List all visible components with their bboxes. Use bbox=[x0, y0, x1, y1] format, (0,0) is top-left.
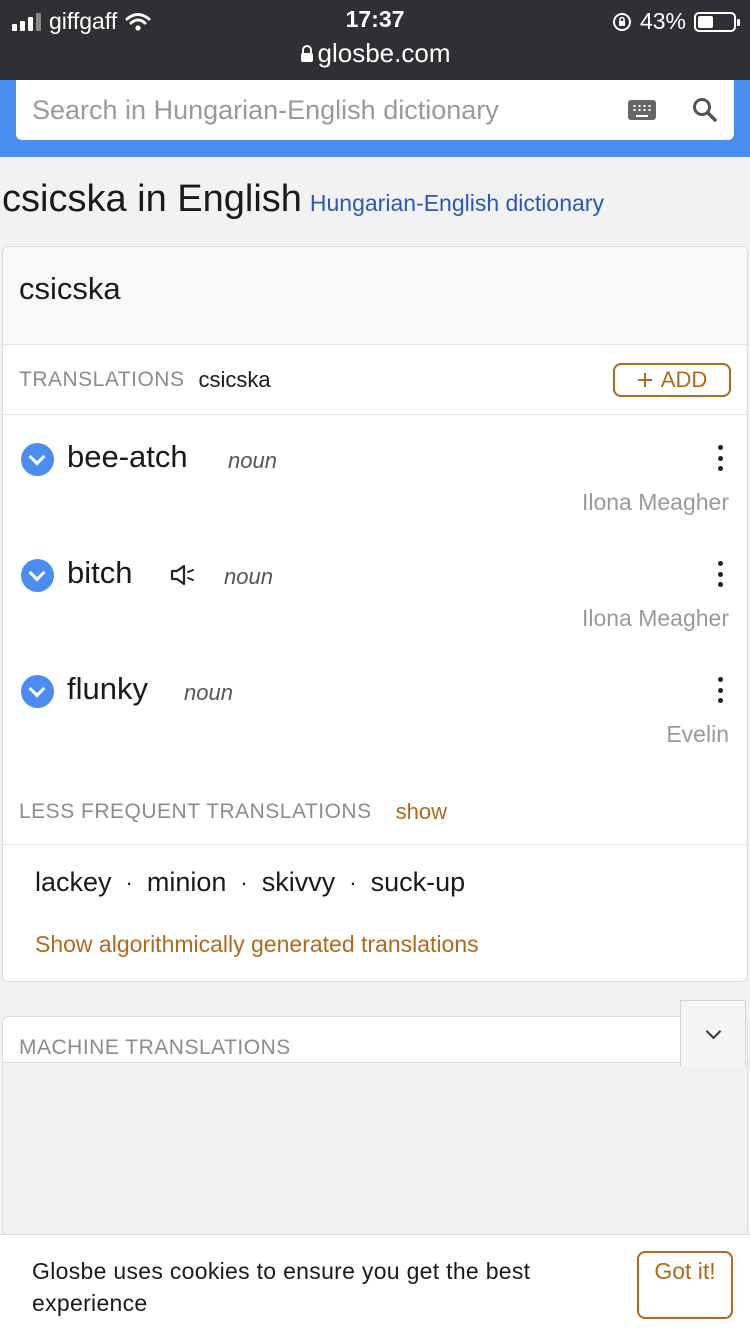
machine-translations-card: MACHINE TRANSLATIONS bbox=[2, 1016, 748, 1236]
translations-header: TRANSLATIONS csicska ADD bbox=[3, 345, 747, 415]
expand-chevron-icon[interactable] bbox=[21, 559, 54, 592]
url-text: glosbe.com bbox=[317, 38, 451, 68]
rotation-lock-icon bbox=[612, 12, 631, 31]
cookie-message: Glosbe uses cookies to ensure you get th… bbox=[32, 1258, 531, 1316]
status-bar: giffgaff 17:37 glosbe.com 43% bbox=[0, 0, 750, 80]
lock-icon bbox=[300, 45, 313, 62]
show-less-frequent-link[interactable]: show bbox=[396, 799, 447, 825]
translation-entry: bee-atch noun Ilona Meagher bbox=[3, 415, 747, 531]
keyboard-icon[interactable] bbox=[628, 100, 656, 120]
machine-translations-label: MACHINE TRANSLATIONS bbox=[19, 1036, 291, 1059]
battery-icon bbox=[694, 11, 740, 32]
translation-word[interactable]: bitch bbox=[67, 555, 132, 591]
address-bar[interactable]: glosbe.com bbox=[0, 38, 750, 69]
page-title-row: csicska in English Hungarian-English dict… bbox=[2, 178, 750, 221]
cookie-banner: Glosbe uses cookies to ensure you get th… bbox=[0, 1234, 750, 1334]
search-box bbox=[16, 80, 734, 140]
translation-author[interactable]: Ilona Meagher bbox=[582, 605, 729, 632]
alt-translation[interactable]: minion bbox=[147, 867, 227, 898]
separator: · bbox=[349, 869, 357, 895]
divider bbox=[3, 844, 747, 845]
machine-translations-header: MACHINE TRANSLATIONS bbox=[3, 1017, 747, 1063]
expand-chevron-icon[interactable] bbox=[21, 443, 54, 476]
search-input[interactable] bbox=[32, 94, 628, 126]
search-icon[interactable] bbox=[692, 97, 718, 123]
part-of-speech: noun bbox=[224, 564, 273, 589]
headword: csicska bbox=[3, 247, 747, 345]
translations-word: csicska bbox=[198, 366, 271, 392]
expand-chevron-icon[interactable] bbox=[21, 675, 54, 708]
translation-word[interactable]: flunky bbox=[67, 671, 148, 707]
separator: · bbox=[125, 869, 133, 895]
more-options-icon[interactable] bbox=[717, 445, 723, 471]
speaker-icon[interactable] bbox=[169, 563, 195, 587]
translation-word[interactable]: bee-atch bbox=[67, 439, 188, 475]
plus-icon bbox=[637, 372, 652, 387]
battery-percent: 43% bbox=[639, 8, 686, 34]
add-label: ADD bbox=[660, 366, 708, 392]
page-title: csicska in English bbox=[2, 178, 302, 220]
accept-cookies-button[interactable]: Got it! bbox=[637, 1251, 733, 1319]
separator: · bbox=[240, 869, 248, 895]
translation-entry: flunky noun Evelin bbox=[3, 647, 747, 763]
more-options-icon[interactable] bbox=[717, 561, 723, 587]
more-options-icon[interactable] bbox=[717, 677, 723, 703]
alternative-translations: lackey · minion · skivvy · suck-up bbox=[35, 867, 465, 898]
less-frequent-header: LESS FREQUENT TRANSLATIONS show bbox=[19, 799, 447, 825]
alt-translation[interactable]: skivvy bbox=[262, 867, 336, 898]
add-translation-button[interactable]: ADD bbox=[613, 362, 731, 397]
translation-author[interactable]: Ilona Meagher bbox=[582, 489, 729, 516]
expand-chevron-icon[interactable] bbox=[680, 1000, 746, 1066]
translations-label: TRANSLATIONS bbox=[19, 367, 185, 391]
dictionary-link[interactable]: Hungarian-English dictionary bbox=[310, 190, 604, 216]
part-of-speech: noun bbox=[184, 680, 233, 705]
status-right: 43% bbox=[612, 8, 740, 35]
less-frequent-label: LESS FREQUENT TRANSLATIONS bbox=[19, 800, 372, 823]
algorithmic-translations-link[interactable]: Show algorithmically generated translati… bbox=[35, 931, 479, 958]
alt-translation[interactable]: suck-up bbox=[371, 867, 466, 898]
translation-entry: bitch noun Ilona Meagher bbox=[3, 531, 747, 647]
search-header bbox=[0, 80, 750, 157]
alt-translation[interactable]: lackey bbox=[35, 867, 112, 898]
part-of-speech: noun bbox=[228, 448, 277, 473]
translations-card: csicska TRANSLATIONS csicska ADD bee-atc… bbox=[2, 246, 748, 982]
translation-author[interactable]: Evelin bbox=[666, 721, 729, 748]
